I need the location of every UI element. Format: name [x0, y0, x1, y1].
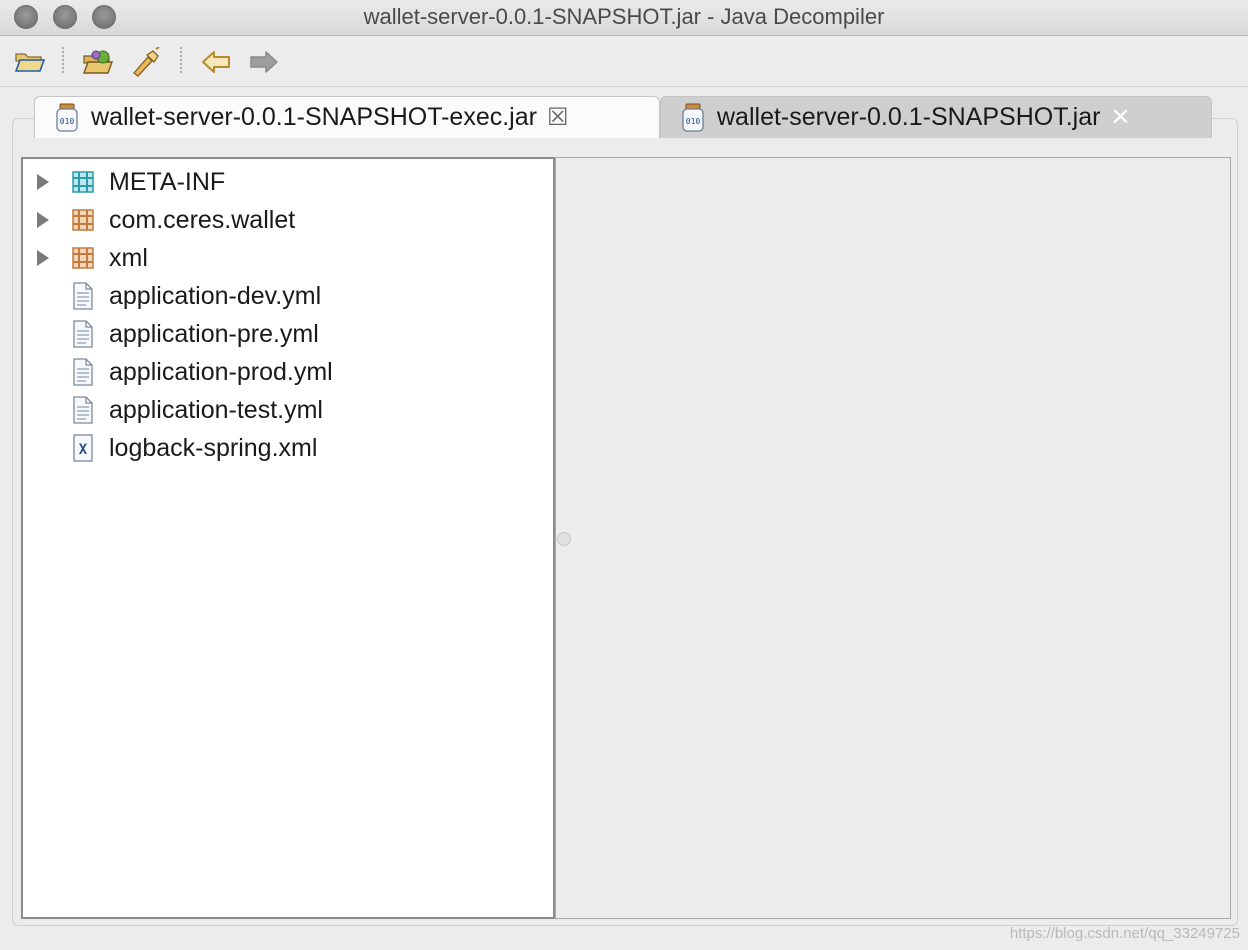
- xml-file-icon: X: [63, 434, 103, 462]
- tree-item-label: META-INF: [109, 167, 226, 196]
- tab-label: wallet-server-0.0.1-SNAPSHOT-exec.jar: [91, 103, 537, 131]
- tree-item-label: application-pre.yml: [109, 319, 319, 348]
- open-file-button[interactable]: [12, 45, 48, 79]
- tab-exec-jar[interactable]: 010 wallet-server-0.0.1-SNAPSHOT-exec.ja…: [34, 96, 660, 138]
- tree-item-com-ceres-wallet[interactable]: com.ceres.wallet: [31, 203, 295, 237]
- flashlight-icon: [133, 47, 160, 77]
- tree-item-label: logback-spring.xml: [109, 433, 318, 462]
- package-tree[interactable]: META-INF com.ceres.wallet xml applicatio…: [21, 157, 555, 919]
- watermark: https://blog.csdn.net/qq_33249725: [1009, 925, 1240, 942]
- split-sash-handle[interactable]: [557, 532, 571, 546]
- tree-item-label: application-prod.yml: [109, 357, 333, 386]
- file-icon: [63, 320, 103, 348]
- expand-arrow-icon[interactable]: [31, 250, 61, 266]
- svg-text:010: 010: [686, 117, 701, 126]
- title-bar: wallet-server-0.0.1-SNAPSHOT.jar - Java …: [0, 0, 1248, 36]
- toolbar-separator: [62, 47, 64, 75]
- svg-text:010: 010: [60, 117, 75, 126]
- tree-item-meta-inf[interactable]: META-INF: [31, 165, 225, 199]
- tab-label: wallet-server-0.0.1-SNAPSHOT.jar: [717, 103, 1101, 131]
- close-tab-icon[interactable]: ☒: [547, 103, 569, 132]
- arrow-left-icon: [202, 51, 230, 73]
- tree-item-application-pre[interactable]: application-pre.yml: [31, 317, 319, 351]
- search-button[interactable]: [128, 45, 164, 79]
- svg-text:X: X: [79, 442, 88, 458]
- file-icon: [63, 282, 103, 310]
- back-button[interactable]: [198, 45, 234, 79]
- tab-bar: 010 wallet-server-0.0.1-SNAPSHOT-exec.ja…: [34, 96, 1212, 138]
- tree-item-application-dev[interactable]: application-dev.yml: [31, 279, 321, 313]
- forward-button[interactable]: [246, 45, 282, 79]
- package-open-icon: [83, 50, 113, 74]
- close-tab-icon[interactable]: ✕: [1110, 103, 1130, 132]
- tab-snapshot-jar[interactable]: 010 wallet-server-0.0.1-SNAPSHOT.jar ✕: [660, 96, 1212, 138]
- tree-item-application-prod[interactable]: application-prod.yml: [31, 355, 333, 389]
- folder-open-icon: [14, 53, 46, 72]
- arrow-right-icon: [250, 51, 278, 73]
- tree-item-logback-spring[interactable]: X logback-spring.xml: [31, 431, 317, 465]
- file-icon: [63, 358, 103, 386]
- toolbar: [0, 37, 1248, 87]
- toolbar-separator: [180, 47, 182, 75]
- package-icon: [63, 208, 103, 232]
- source-view-panel: [555, 157, 1231, 919]
- window-title: wallet-server-0.0.1-SNAPSHOT.jar - Java …: [363, 4, 885, 29]
- jar-icon: 010: [681, 103, 705, 133]
- folder-package-icon: [63, 170, 103, 194]
- open-type-button[interactable]: [80, 45, 116, 79]
- tree-item-xml[interactable]: xml: [31, 241, 148, 275]
- expand-arrow-icon[interactable]: [31, 174, 61, 190]
- expand-arrow-icon[interactable]: [31, 212, 61, 228]
- tree-item-label: xml: [109, 243, 148, 272]
- tree-item-label: application-dev.yml: [109, 281, 322, 310]
- package-icon: [63, 246, 103, 270]
- tree-item-label: application-test.yml: [109, 395, 323, 424]
- tree-item-application-test[interactable]: application-test.yml: [31, 393, 323, 427]
- jar-icon: 010: [55, 103, 79, 133]
- file-icon: [63, 396, 103, 424]
- tree-item-label: com.ceres.wallet: [109, 205, 296, 234]
